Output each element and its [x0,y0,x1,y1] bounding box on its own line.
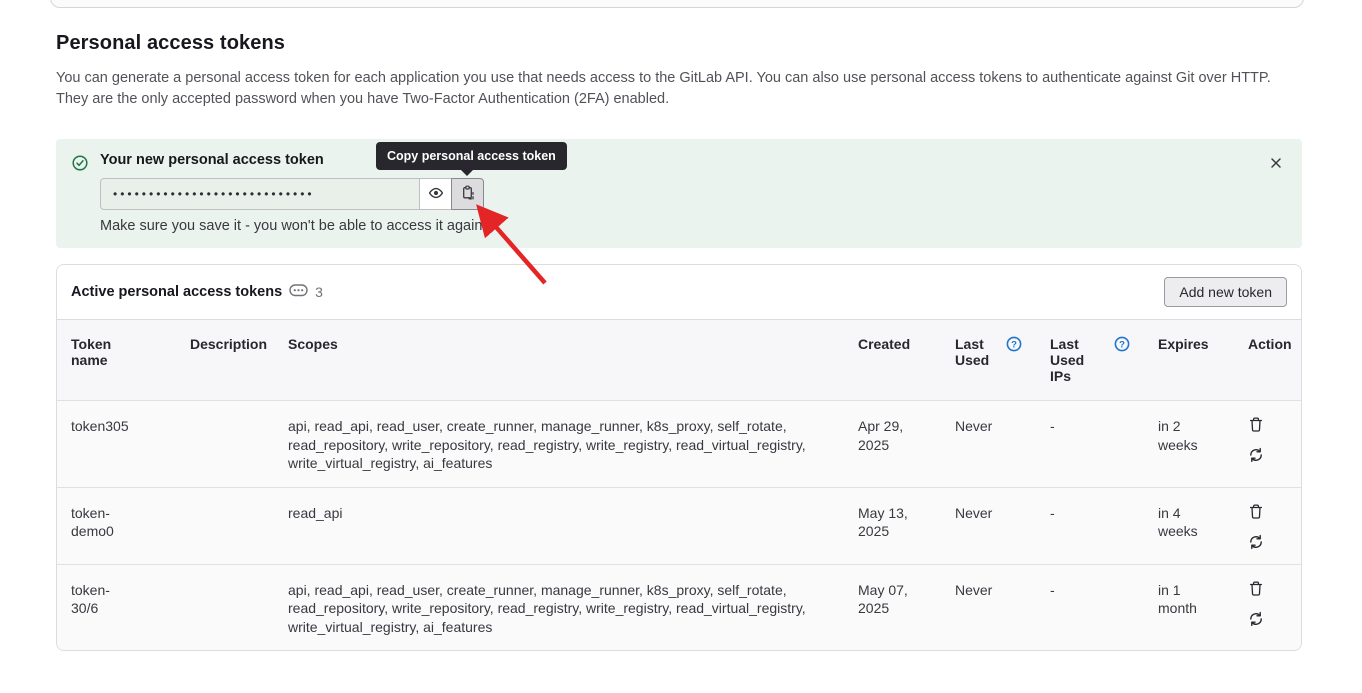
cell-token-name: token-30/6 [57,564,176,650]
rotate-token-button[interactable] [1248,447,1264,463]
col-header-token-name: Token name [57,320,176,401]
col-header-scopes: Scopes [274,320,844,401]
copy-token-tooltip: Copy personal access token [376,142,567,170]
page-description: You can generate a personal access token… [56,68,1302,109]
cell-description [176,564,274,650]
cell-action [1234,564,1302,650]
token-value-input[interactable] [100,178,420,210]
col-header-expires: Expires [1144,320,1234,401]
rotate-token-button[interactable] [1248,534,1264,550]
cell-scopes: read_api [274,487,844,564]
trash-icon [1248,585,1264,600]
cell-last-used-ips: - [1036,487,1144,564]
cell-action [1234,487,1302,564]
close-icon [1268,159,1284,174]
svg-text:?: ? [1011,339,1017,350]
token-count-pill-icon [289,282,308,303]
active-tokens-card-header: Active personal access tokens 3 Add new … [57,265,1301,320]
token-row: token305 api, read_api, read_user, creat… [57,401,1302,487]
cell-last-used: Never [941,564,1036,650]
trash-icon [1248,508,1264,523]
tooltip-text: Copy personal access token [387,149,556,163]
trash-icon [1248,421,1264,436]
col-header-last-used-ips: Last Used IPs ? [1036,320,1144,401]
col-header-action: Action [1234,320,1302,401]
cell-last-used: Never [941,401,1036,487]
cell-action [1234,401,1302,487]
settings-section: Personal access tokens You can generate … [56,0,1302,693]
revoke-token-button[interactable] [1248,581,1264,597]
page-title: Personal access tokens [56,32,1302,55]
tooltip-caret [461,170,473,176]
table-header-row: Token name Description Scopes Created La… [57,320,1302,401]
cell-token-name: token-demo0 [57,487,176,564]
col-header-created: Created [844,320,941,401]
cell-expires: in 1 month [1144,564,1234,650]
cell-description [176,487,274,564]
token-count: 3 [315,284,323,300]
check-circle-icon [72,155,88,176]
svg-text:?: ? [1119,339,1125,350]
alert-close-button[interactable] [1266,153,1286,176]
add-new-token-button[interactable]: Add new token [1164,277,1287,307]
cell-expires: in 2 weeks [1144,401,1234,487]
cell-token-name: token305 [57,401,176,487]
alert-note: Make sure you save it - you won't be abl… [100,218,486,234]
cell-description [176,401,274,487]
cell-last-used: Never [941,487,1036,564]
col-header-description: Description [176,320,274,401]
col-header-last-used: Last Used ? [941,320,1036,401]
active-tokens-title: Active personal access tokens [71,284,282,300]
cell-created: Apr 29, 2025 [844,401,941,487]
token-input-group [100,178,486,210]
revoke-token-button[interactable] [1248,504,1264,520]
token-row: token-demo0 read_api May 13, 2025 Never … [57,487,1302,564]
cell-created: May 13, 2025 [844,487,941,564]
cell-last-used-ips: - [1036,564,1144,650]
new-token-alert: Your new personal access token Make sure… [56,139,1302,248]
cell-scopes: api, read_api, read_user, create_runner,… [274,401,844,487]
eye-icon [428,185,444,204]
help-icon[interactable]: ? [1006,336,1022,355]
cell-expires: in 4 weeks [1144,487,1234,564]
reveal-token-button[interactable] [419,178,452,210]
rotate-token-button[interactable] [1248,611,1264,627]
help-icon[interactable]: ? [1114,336,1130,355]
cell-last-used-ips: - [1036,401,1144,487]
cell-created: May 07, 2025 [844,564,941,650]
token-row: token-30/6 api, read_api, read_user, cre… [57,564,1302,650]
revoke-token-button[interactable] [1248,417,1264,433]
tokens-table: Token name Description Scopes Created La… [57,320,1302,650]
annotation-arrow-icon [455,195,565,295]
rotate-icon [1248,451,1264,466]
rotate-icon [1248,615,1264,630]
cell-scopes: api, read_api, read_user, create_runner,… [274,564,844,650]
active-tokens-card: Active personal access tokens 3 Add new … [56,264,1302,651]
rotate-icon [1248,538,1264,553]
